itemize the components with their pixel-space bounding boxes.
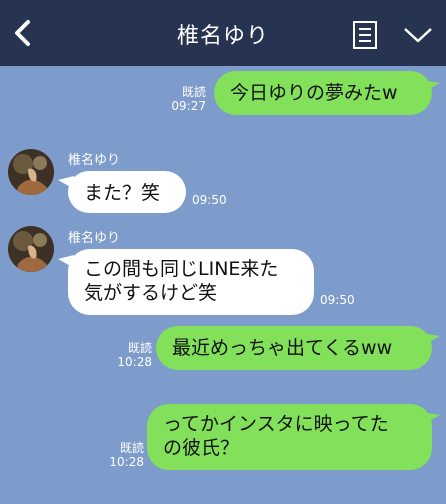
message-time: 09:27: [171, 99, 206, 113]
message-time: 09:50: [320, 293, 355, 307]
sender-name: 椎名ゆり: [68, 153, 121, 168]
chat-header: 椎名ゆり: [0, 0, 446, 66]
bubble-tail: [422, 412, 440, 425]
outgoing-message-bubble[interactable]: 最近めっちゃ出てくるww: [156, 326, 432, 370]
notes-menu-icon: [353, 21, 377, 49]
incoming-message-bubble[interactable]: また？笑: [68, 171, 186, 213]
chat-screen: 椎名ゆり 既読 09:27 今日ゆりの夢みたw 椎名ゆり また？笑 09:50 …: [0, 0, 446, 504]
bubble-tail: [422, 333, 440, 346]
message-time: 10:28: [117, 355, 152, 369]
avatar[interactable]: [8, 149, 54, 195]
message-time: 10:28: [109, 455, 144, 469]
message-text-line: この間も同じLINE来た: [84, 258, 279, 280]
outgoing-message-bubble[interactable]: 今日ゆりの夢みたw: [214, 71, 432, 115]
message-text: また？笑: [84, 182, 161, 204]
notes-menu-button[interactable]: [352, 20, 378, 50]
read-label: 既読: [127, 341, 152, 355]
message-read-status: 既読 10:28: [108, 441, 144, 469]
avatar-image: [8, 149, 54, 195]
message-text-line: の彼氏？: [163, 437, 240, 459]
avatar-image: [8, 226, 54, 272]
message-read-status: 既読 10:28: [116, 341, 152, 369]
message-text: 今日ゆりの夢みたw: [230, 82, 398, 104]
avatar[interactable]: [8, 226, 54, 272]
incoming-message-bubble[interactable]: この間も同じLINE来た 気がするけど笑: [68, 249, 314, 315]
chevron-down-icon: [404, 28, 432, 43]
bubble-tail: [422, 80, 440, 93]
read-label: 既読: [119, 441, 144, 455]
message-text: 最近めっちゃ出てくるww: [172, 337, 393, 359]
message-text-line: 気がするけど笑: [84, 282, 218, 304]
outgoing-message-bubble[interactable]: ってかインスタに映ってた の彼氏？: [147, 404, 432, 470]
read-label: 既読: [181, 85, 206, 99]
message-time: 09:50: [192, 193, 227, 207]
sender-name: 椎名ゆり: [68, 231, 121, 246]
chat-title: 椎名ゆり: [176, 24, 269, 49]
message-read-status: 既読 09:27: [170, 85, 206, 113]
dropdown-button[interactable]: [402, 24, 434, 46]
message-text-line: ってかインスタに映ってた: [163, 413, 389, 435]
